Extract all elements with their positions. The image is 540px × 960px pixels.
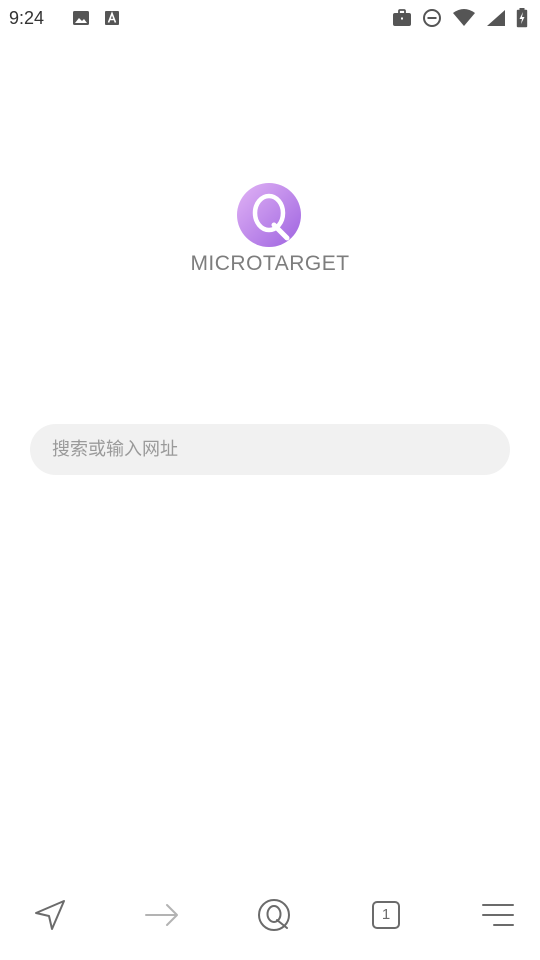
- signal-icon: [487, 10, 505, 26]
- home-button[interactable]: [254, 895, 294, 935]
- status-time: 9:24: [9, 7, 45, 28]
- status-left: 9:24: [9, 8, 120, 29]
- tabs-icon: 1: [372, 901, 400, 929]
- logo-text: MICROTARGET: [190, 252, 350, 275]
- app-logo: MICROTARGET: [0, 182, 540, 276]
- navigate-icon: [35, 900, 65, 930]
- logo-q-icon: [237, 183, 301, 247]
- search-input[interactable]: [50, 438, 490, 461]
- dnd-icon: [423, 9, 441, 27]
- tabs-button[interactable]: 1: [366, 895, 406, 935]
- wifi-icon: [453, 9, 475, 26]
- image-icon: [73, 11, 90, 25]
- home-icon: [258, 899, 290, 931]
- forward-icon: [145, 904, 178, 926]
- briefcase-icon: [393, 9, 411, 26]
- navigate-button[interactable]: [30, 895, 70, 935]
- bottom-toolbar: 1: [0, 870, 540, 960]
- status-right: [392, 8, 528, 28]
- forward-button[interactable]: [142, 895, 182, 935]
- tab-count: 1: [381, 906, 391, 923]
- status-bar: 9:24: [0, 0, 540, 36]
- browser-home-screen: 9:24 MICROTARGET 搜索或输入网址 1: [0, 0, 540, 960]
- menu-icon: [482, 904, 514, 926]
- battery-charging-icon: [516, 8, 528, 28]
- menu-button[interactable]: [478, 895, 518, 935]
- text-a-icon: [105, 11, 120, 25]
- search-bar[interactable]: [30, 424, 510, 475]
